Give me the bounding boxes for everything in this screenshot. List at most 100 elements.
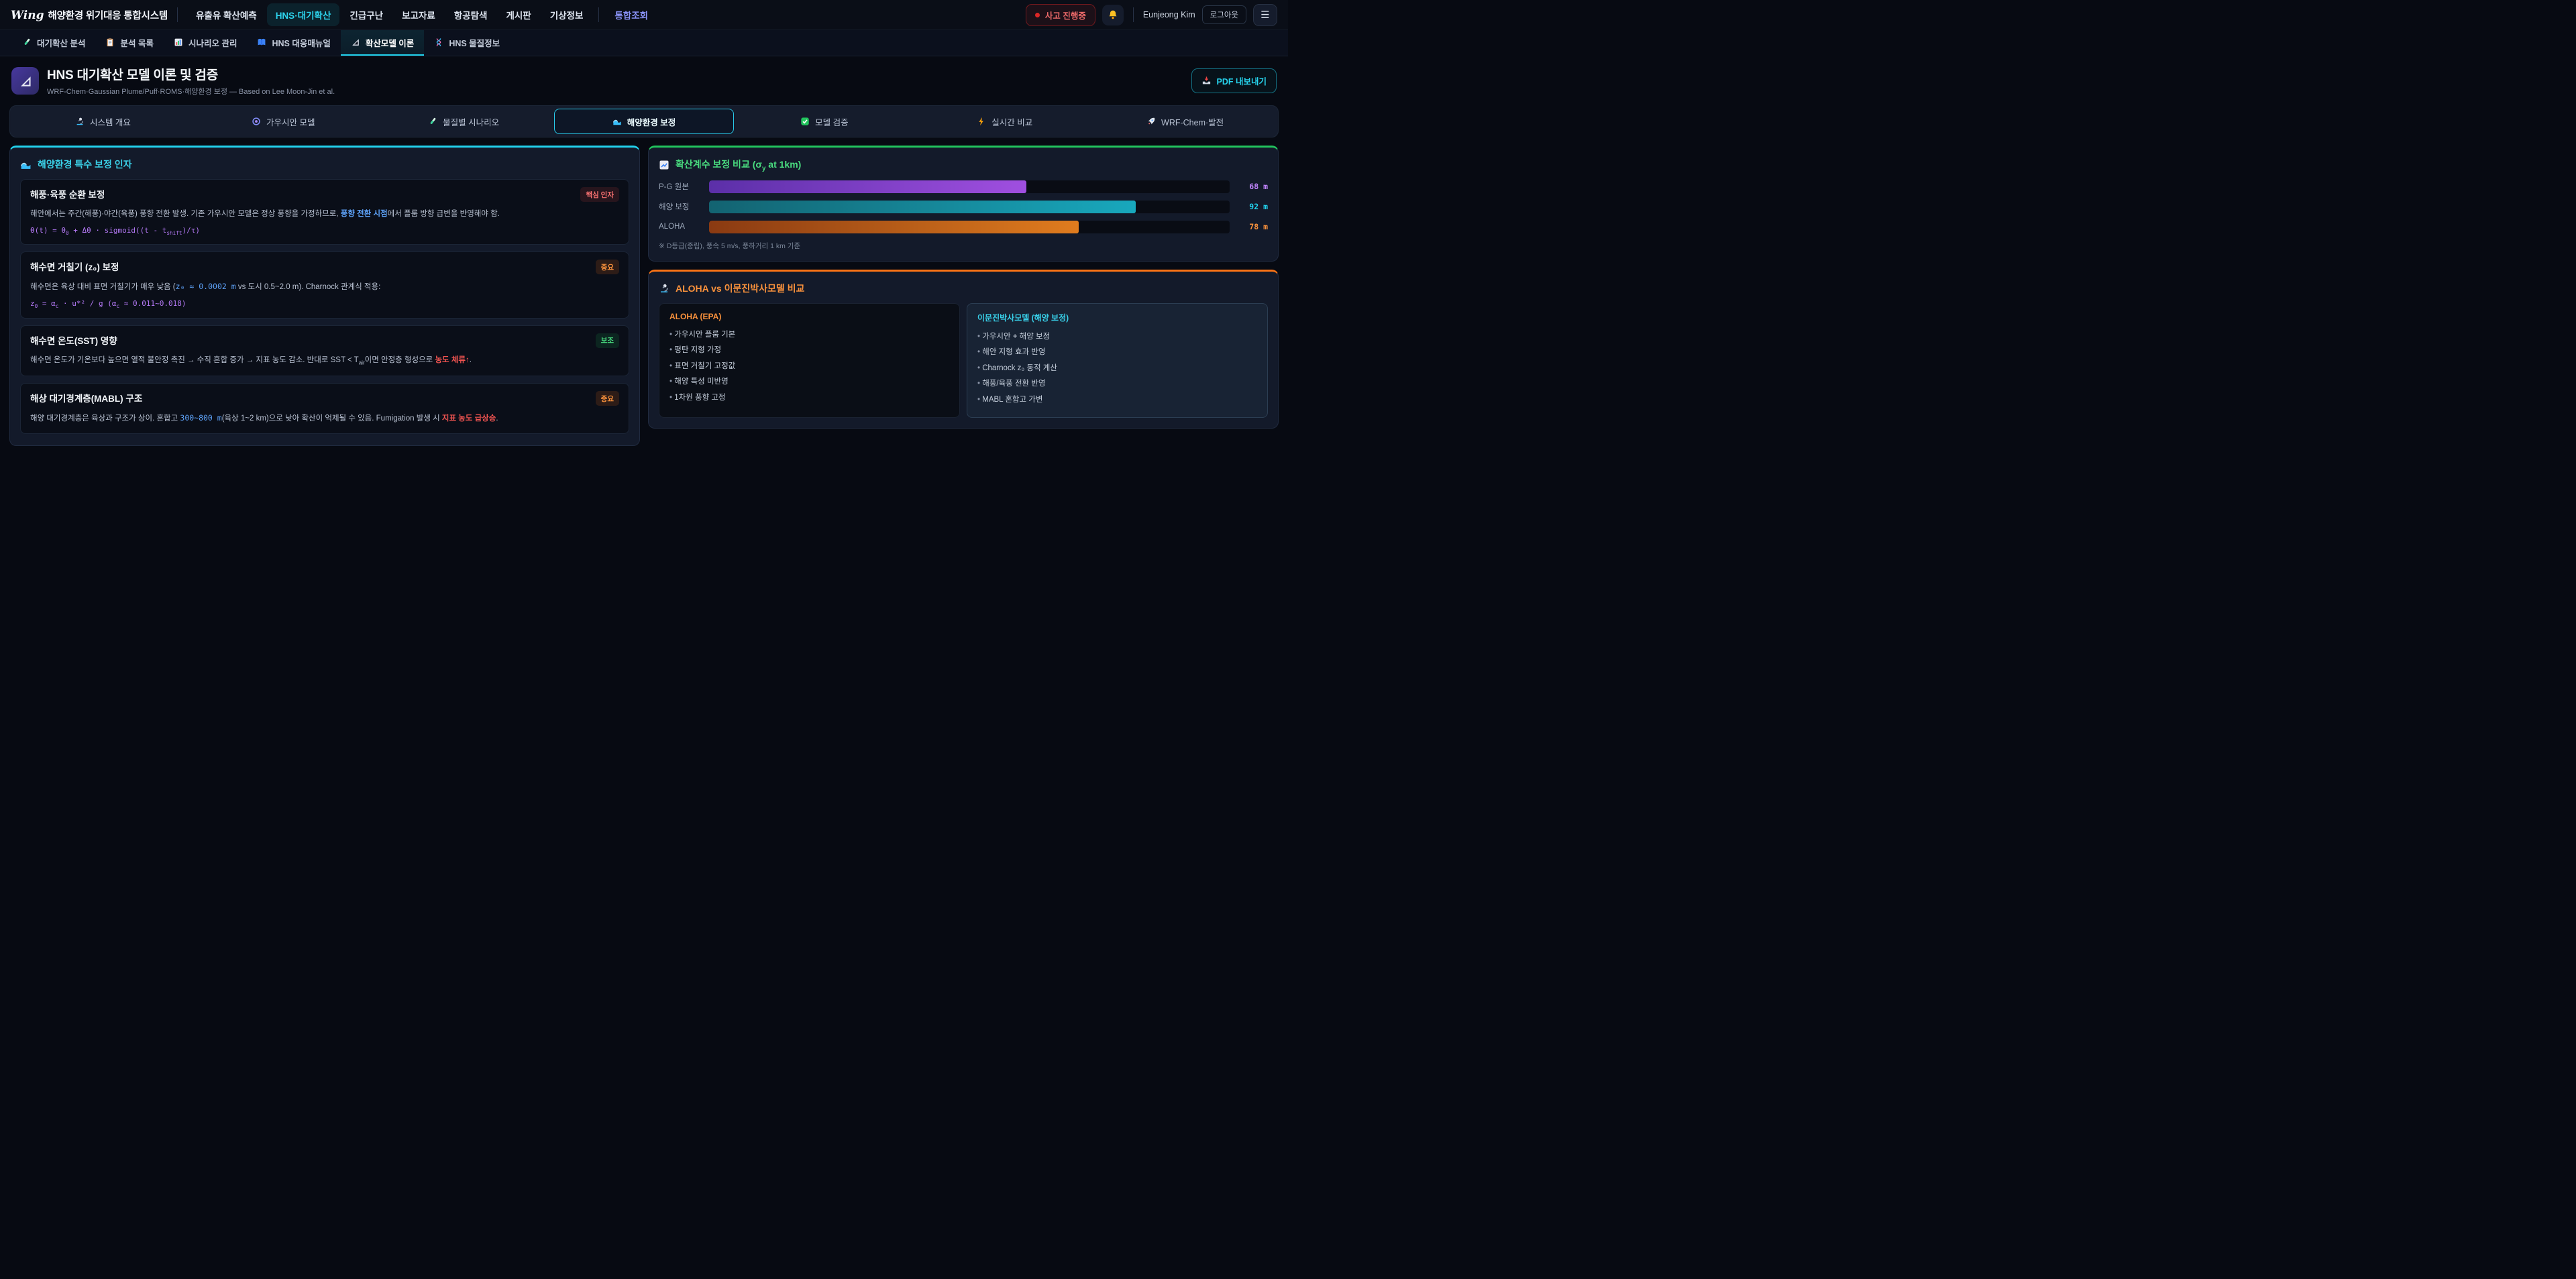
list-item: 해풍/육풍 전환 반영: [977, 376, 1257, 392]
dna-icon: [434, 38, 443, 47]
model-compare-title: ALOHA vs 이문진박사모델 비교: [659, 282, 1268, 295]
bar-label: ALOHA: [659, 223, 702, 231]
tab-gaussian-model[interactable]: 가우시안 모델: [193, 109, 374, 134]
logo[interactable]: Wing 해양환경 위기대응 통합시스템: [11, 8, 168, 22]
status-dot-icon: [1035, 13, 1040, 17]
right-column: 확산계수 보정 비교 (σy at 1km) P-G 원본 68 m 해양 보정…: [648, 146, 1279, 429]
hamburger-icon: ☰: [1260, 9, 1269, 21]
subtab-dispersion-analysis[interactable]: 대기확산 분석: [12, 30, 95, 56]
wave-icon: [612, 117, 622, 126]
tab-marine-environment-correction[interactable]: 해양환경 보정: [554, 109, 735, 134]
microscope-icon: [659, 283, 669, 294]
check-icon: [800, 117, 810, 126]
tab-wrf-chem[interactable]: WRF-Chem·발전: [1095, 109, 1275, 134]
logo-wordmark: Wing: [11, 9, 44, 22]
bar-value: 78 m: [1237, 222, 1268, 231]
section-tabs: 시스템 개요 가우시안 모델 물질별 시나리오 해양환경 보정 모델 검증 실시…: [9, 105, 1279, 137]
bar-track: [709, 221, 1230, 233]
list-item: Charnock z₀ 동적 계산: [977, 361, 1257, 377]
sigma-chart-title: 확산계수 보정 비교 (σy at 1km): [659, 158, 1268, 172]
nav-item-integrated-search[interactable]: 통합조회: [606, 3, 657, 26]
nav-item-aerial-search[interactable]: 항공탐색: [445, 3, 496, 26]
list-item: 평탄 지형 가정: [669, 343, 949, 359]
bar-track: [709, 201, 1230, 213]
card-body: 해수면 온도가 기온보다 높으면 열적 불안정 촉진 → 수직 혼합 증가 → …: [30, 353, 619, 368]
incident-status-badge[interactable]: 사고 진행중: [1026, 4, 1095, 26]
divider: [177, 7, 178, 22]
clipboard-icon: [105, 38, 115, 47]
bar-value: 92 m: [1237, 202, 1268, 211]
factor-card-mabl: 해상 대기경계층(MABL) 구조 중요 해양 대기경계층은 육상과 구조가 상…: [20, 383, 629, 434]
chart-note: ※ D등급(중립), 풍속 5 m/s, 풍하거리 1 km 기준: [659, 241, 1268, 251]
bar-fill-aloha: [709, 221, 1079, 233]
page-header: HNS 대기확산 모델 이론 및 검증 WRF-Chem·Gaussian Pl…: [0, 56, 1288, 104]
subtab-scenario-management[interactable]: 시나리오 관리: [164, 30, 247, 56]
subtab-hns-substance-info[interactable]: HNS 물질정보: [424, 30, 510, 56]
aloha-column: ALOHA (EPA) 가우시안 플룸 기본 평탄 지형 가정 표면 거칠기 고…: [659, 303, 960, 418]
sub-nav: 대기확산 분석 분석 목록 시나리오 관리 HNS 대응매뉴얼 확산모델 이론 …: [0, 30, 1288, 56]
tab-model-validation[interactable]: 모델 검증: [734, 109, 914, 134]
divider: [1133, 7, 1134, 22]
factor-card-sea-roughness: 해수면 거칠기 (z₀) 보정 중요 해수면은 육상 대비 표면 거칠기가 매우…: [20, 252, 629, 318]
bar-label: P-G 원본: [659, 181, 702, 192]
nav-item-weather[interactable]: 기상정보: [541, 3, 592, 26]
priority-badge: 중요: [596, 391, 619, 406]
card-title: 해풍·육풍 순환 보정: [30, 187, 105, 201]
logo-title: 해양환경 위기대응 통합시스템: [48, 8, 168, 22]
subtab-analysis-list[interactable]: 분석 목록: [95, 30, 163, 56]
book-icon: [257, 38, 266, 47]
bar-value: 68 m: [1237, 182, 1268, 191]
top-nav-right: 사고 진행중 Eunjeong Kim 로그아웃 ☰: [1026, 4, 1277, 26]
bar-fill-marine: [709, 201, 1136, 213]
user-name: Eunjeong Kim: [1143, 10, 1195, 19]
nav-item-emergency[interactable]: 긴급구난: [341, 3, 392, 26]
card-title: 해수면 거칠기 (z₀) 보정: [30, 260, 119, 273]
test-tube-icon: [428, 117, 437, 126]
bar-label: 해양 보정: [659, 201, 702, 212]
notification-button[interactable]: [1102, 5, 1124, 25]
bar-row-aloha: ALOHA 78 m: [659, 221, 1268, 233]
triangle-ruler-icon: [351, 38, 360, 47]
tab-realtime-comparison[interactable]: 실시간 비교: [914, 109, 1095, 134]
list-item: 해양 특성 미반영: [669, 374, 949, 390]
rocket-icon: [1146, 117, 1156, 126]
tab-system-overview[interactable]: 시스템 개요: [13, 109, 193, 134]
card-formula: z0 = αc · u*² / g (αc ≈ 0.011~0.018): [30, 299, 619, 309]
chart-increasing-icon: [659, 160, 669, 170]
logout-button[interactable]: 로그아웃: [1202, 5, 1246, 24]
lightning-icon: [977, 117, 986, 126]
marine-factors-panel: 해양환경 특수 보정 인자 해풍·육풍 순환 보정 핵심 인자 해안에서는 주간…: [9, 146, 640, 446]
nav-item-oil-spill[interactable]: 유출유 확산예측: [187, 3, 266, 26]
top-nav: Wing 해양환경 위기대응 통합시스템 유출유 확산예측 HNS·대기확산 긴…: [0, 0, 1288, 30]
leemoonjin-model-column: 이문진박사모델 (해양 보정) 가우시안 + 해양 보정 해안 지형 효과 반영…: [967, 303, 1268, 418]
bar-fill-pg: [709, 180, 1026, 193]
model-compare-panel: ALOHA vs 이문진박사모델 비교 ALOHA (EPA) 가우시안 플룸 …: [648, 270, 1279, 429]
list-item: 가우시안 + 해양 보정: [977, 329, 1257, 345]
menu-button[interactable]: ☰: [1253, 4, 1277, 26]
priority-badge: 핵심 인자: [580, 187, 619, 202]
list-item: 1차원 풍향 고정: [669, 390, 949, 406]
card-formula: θ(t) = θ0 + Δθ · sigmoid((t - tshift)/τ): [30, 226, 619, 236]
bar-row-pg-original: P-G 원본 68 m: [659, 180, 1268, 193]
subtab-hns-manual[interactable]: HNS 대응매뉴얼: [247, 30, 340, 56]
sigma-chart-panel: 확산계수 보정 비교 (σy at 1km) P-G 원본 68 m 해양 보정…: [648, 146, 1279, 262]
list-item: 해안 지형 효과 반영: [977, 345, 1257, 361]
wave-icon: [20, 159, 32, 170]
nav-item-board[interactable]: 게시판: [497, 3, 539, 26]
bar-chart-icon: [174, 38, 183, 47]
microscope-icon: [75, 117, 85, 126]
bar-track: [709, 180, 1230, 193]
bar-row-marine-corrected: 해양 보정 92 m: [659, 201, 1268, 213]
subtab-diffusion-model-theory[interactable]: 확산모델 이론: [341, 30, 424, 56]
divider: [598, 7, 599, 22]
nav-item-reports[interactable]: 보고자료: [393, 3, 444, 26]
card-body: 해안에서는 주간(해풍)·야간(육풍) 풍향 전환 발생. 기존 가우시안 모델…: [30, 207, 619, 221]
cyclone-icon: [252, 117, 261, 126]
page-title: HNS 대기확산 모델 이론 및 검증: [47, 65, 335, 83]
tab-substance-scenarios[interactable]: 물질별 시나리오: [374, 109, 554, 134]
pdf-export-button[interactable]: PDF 내보내기: [1191, 68, 1277, 93]
main-content: 해양환경 특수 보정 인자 해풍·육풍 순환 보정 핵심 인자 해안에서는 주간…: [0, 146, 1288, 459]
nav-item-hns-dispersion[interactable]: HNS·대기확산: [267, 3, 340, 26]
list-item: 가우시안 플룸 기본: [669, 327, 949, 343]
main-menu: 유출유 확산예측 HNS·대기확산 긴급구난 보고자료 항공탐색 게시판 기상정…: [187, 3, 657, 26]
